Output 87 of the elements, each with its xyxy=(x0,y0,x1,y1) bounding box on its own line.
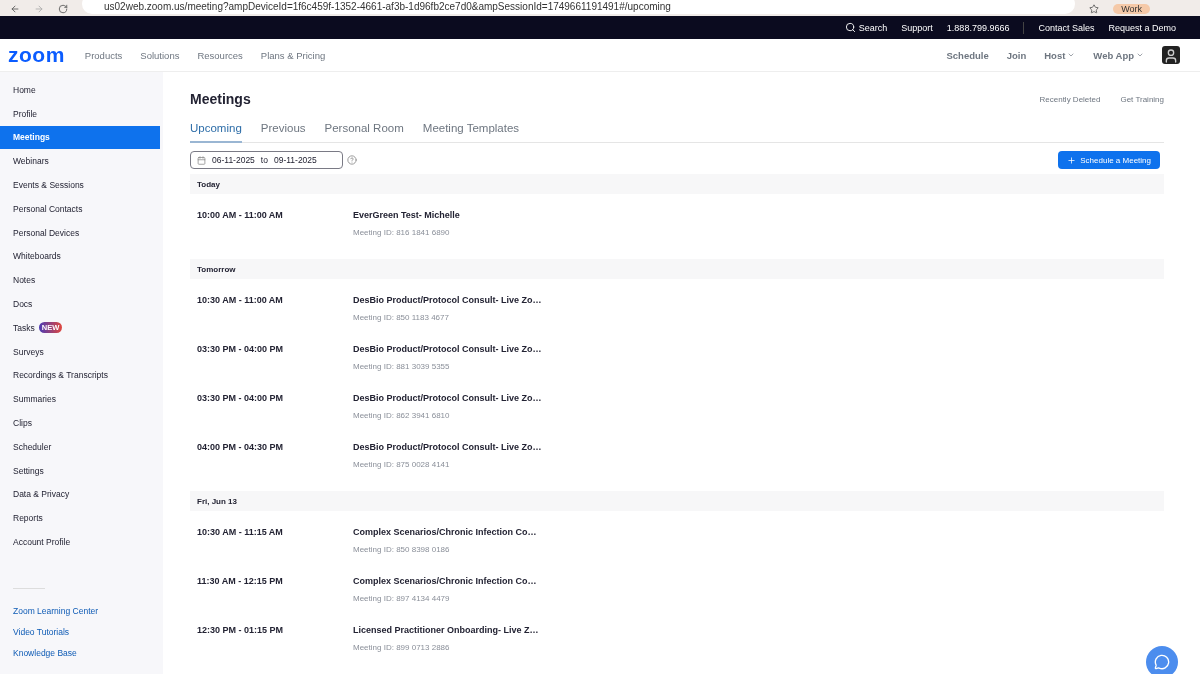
sidebar-item[interactable]: Notes xyxy=(0,268,160,293)
sidebar-item[interactable]: Profile xyxy=(0,101,160,126)
nav-link[interactable]: Schedule xyxy=(946,49,989,61)
nav-link[interactable]: Products xyxy=(84,49,123,61)
tab[interactable]: Upcoming xyxy=(190,118,242,143)
meeting-time: 04:00 PM - 04:30 PM xyxy=(197,441,285,454)
search-link[interactable]: Search xyxy=(844,22,888,33)
header-link[interactable]: Recently Deleted xyxy=(1039,94,1101,104)
profile-chip[interactable]: Work xyxy=(1113,4,1150,14)
date-header: Fri, Jun 13 xyxy=(190,491,1164,511)
search-icon[interactable] xyxy=(844,22,856,33)
sidebar-item[interactable]: Home xyxy=(0,78,160,102)
meeting-id: Meeting ID: 850 8398 0186 xyxy=(353,544,451,556)
meeting-title[interactable]: DesBio Product/Protocol Consult- Live Zo… xyxy=(353,391,1164,405)
meeting-title[interactable]: DesBio Product/Protocol Consult- Live Zo… xyxy=(353,342,1164,356)
meeting-time: 10:00 AM - 11:00 AM xyxy=(197,209,284,222)
tab[interactable]: Meeting Templates xyxy=(422,118,520,143)
plus-icon xyxy=(1067,155,1077,165)
tab[interactable]: Personal Room xyxy=(324,118,404,143)
sidebar-item[interactable]: Surveys xyxy=(0,339,160,364)
chat-button[interactable] xyxy=(1146,646,1178,674)
sidebar-item[interactable]: Meetings xyxy=(0,125,160,150)
sidebar-item[interactable]: Recordings & Transcripts xyxy=(0,363,160,388)
meeting-id: Meeting ID: 862 3941 6810 xyxy=(353,410,451,422)
nav-link[interactable]: Join xyxy=(1006,49,1027,61)
help-icon[interactable] xyxy=(347,155,357,165)
nav-link[interactable]: Solutions xyxy=(140,49,180,61)
help-link[interactable]: Knowledge Base xyxy=(0,642,163,664)
sidebar-item[interactable]: Docs xyxy=(0,292,160,316)
sidebar-item[interactable]: Whiteboards xyxy=(0,244,160,269)
meeting-title[interactable]: Complex Scenarios/Chronic Infection Co… xyxy=(353,574,1164,588)
meeting-time: 12:30 PM - 01:15 PM xyxy=(197,624,285,637)
sidebar-item[interactable]: Data & Privacy xyxy=(0,482,160,507)
top-link[interactable]: Contact Sales xyxy=(1038,22,1095,33)
meeting-title[interactable]: EverGreen Test- Michelle xyxy=(353,208,1164,222)
date-header: Tomorrow xyxy=(190,259,1164,279)
date-header: Today xyxy=(190,174,1164,194)
meeting-id: Meeting ID: 875 0028 4141 xyxy=(353,459,451,471)
back-icon[interactable] xyxy=(10,4,20,14)
logo[interactable]: zoom xyxy=(8,43,65,67)
sidebar-item[interactable]: Settings xyxy=(0,458,160,483)
address-bar[interactable]: us02web.zoom.us/meeting?ampDeviceId=1f6c459f-1352-4661-af3b-1d96fb2ce7d0&ampSessionId=1749661191491#/upcoming xyxy=(82,0,1076,14)
meeting-title[interactable]: Complex Scenarios/Chronic Infection Co… xyxy=(353,525,1164,539)
page-title: Meetings xyxy=(190,91,251,107)
meeting-title[interactable]: DesBio Product/Protocol Consult- Live Zo… xyxy=(353,293,1164,307)
sidebar-item[interactable]: Account Profile xyxy=(0,530,160,554)
sidebar-item[interactable]: Reports xyxy=(0,506,160,531)
nav-link[interactable]: Host xyxy=(1044,49,1076,61)
chevron-down-icon[interactable] xyxy=(1136,51,1144,59)
nav-link[interactable]: Web App xyxy=(1093,49,1144,61)
reload-icon[interactable] xyxy=(58,4,68,14)
top-link[interactable]: 1.888.799.9666 xyxy=(946,22,1010,33)
chevron-down-icon[interactable] xyxy=(1067,51,1076,59)
meeting-id: Meeting ID: 899 0713 2886 xyxy=(353,642,451,654)
top-link[interactable]: Request a Demo xyxy=(1108,22,1176,33)
tab[interactable]: Previous xyxy=(260,118,306,143)
forward-icon[interactable] xyxy=(34,4,44,14)
meeting-time: 10:30 AM - 11:15 AM xyxy=(197,526,284,539)
calendar-icon xyxy=(197,155,206,165)
header-link[interactable]: Get Training xyxy=(1120,94,1164,104)
sidebar-item[interactable]: Webinars xyxy=(0,149,160,174)
nav-link[interactable]: Resources xyxy=(197,49,243,61)
nav-link[interactable]: Plans & Pricing xyxy=(260,49,326,61)
meeting-time: 10:30 AM - 11:00 AM xyxy=(197,294,284,307)
sidebar-item[interactable]: Summaries xyxy=(0,387,160,412)
sidebar-item[interactable]: Clips xyxy=(0,411,160,435)
meeting-id: Meeting ID: 897 4134 4479 xyxy=(353,593,451,605)
avatar[interactable] xyxy=(1162,46,1180,64)
star-icon[interactable] xyxy=(1089,4,1100,14)
meeting-id: Meeting ID: 881 3039 5355 xyxy=(353,361,451,373)
meeting-time: 03:30 PM - 04:00 PM xyxy=(197,343,285,356)
sidebar-item[interactable]: Personal Contacts xyxy=(0,197,160,221)
meeting-time: 11:30 AM - 12:15 PM xyxy=(197,575,284,588)
sidebar-item[interactable]: Events & Sessions xyxy=(0,173,160,197)
meeting-time: 03:30 PM - 04:00 PM xyxy=(197,392,285,405)
meeting-title[interactable]: DesBio Product/Protocol Consult- Live Zo… xyxy=(353,440,1164,454)
help-link[interactable]: Video Tutorials xyxy=(0,621,163,643)
top-link[interactable]: Support xyxy=(901,22,933,33)
date-range-field[interactable]: 06-11-2025 to 09-11-2025 xyxy=(190,151,343,169)
help-link[interactable]: Zoom Learning Center xyxy=(0,600,163,622)
schedule-meeting-button[interactable]: Schedule a Meeting xyxy=(1058,151,1160,169)
chat-icon[interactable] xyxy=(1154,654,1170,670)
sidebar-item[interactable]: Scheduler xyxy=(0,434,160,459)
meeting-id: Meeting ID: 850 1183 4677 xyxy=(353,312,450,324)
sidebar-item[interactable]: Personal Devices xyxy=(0,220,160,245)
meeting-id: Meeting ID: 816 1841 6890 xyxy=(353,227,451,239)
meeting-title[interactable]: Licensed Practitioner Onboarding- Live Z… xyxy=(353,623,1164,637)
